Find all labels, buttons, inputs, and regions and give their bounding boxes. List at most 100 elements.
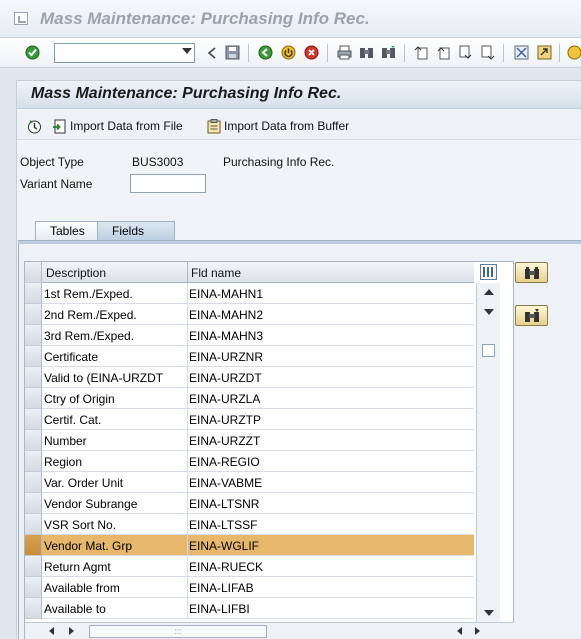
cell-field-name[interactable]: EINA-REGIO	[189, 455, 260, 469]
scroll-right-icon[interactable]	[69, 627, 74, 635]
shortcut-icon[interactable]	[536, 44, 553, 61]
scroll-down-icon[interactable]	[484, 309, 494, 315]
table-row[interactable]: Ctry of Origin EINA-URZLA	[25, 388, 474, 409]
cell-field-name[interactable]: EINA-LTSSF	[189, 518, 257, 532]
save-icon[interactable]	[224, 44, 241, 61]
table-row[interactable]: Available from EINA-LIFAB	[25, 577, 474, 598]
row-selector[interactable]	[25, 325, 42, 346]
column-header-description[interactable]: Description	[46, 266, 106, 280]
new-session-icon[interactable]	[513, 44, 530, 61]
cell-description[interactable]: Vendor Mat. Grp	[44, 539, 132, 553]
cell-description[interactable]: Region	[44, 455, 82, 469]
table-row[interactable]: Certificate EINA-URZNR	[25, 346, 474, 367]
cell-field-name[interactable]: EINA-URZLA	[189, 392, 260, 406]
table-row[interactable]: 2nd Rem./Exped. EINA-MAHN2	[25, 304, 474, 325]
back-icon[interactable]	[203, 44, 220, 61]
scroll-left-icon[interactable]	[49, 627, 54, 635]
cancel-icon[interactable]	[303, 44, 320, 61]
import-data-from-buffer-button[interactable]: Import Data from Buffer	[207, 117, 349, 135]
find-icon[interactable]	[358, 44, 375, 61]
cell-field-name[interactable]: EINA-URZZT	[189, 434, 260, 448]
row-selector[interactable]	[25, 577, 42, 598]
cell-description[interactable]: Vendor Subrange	[44, 497, 137, 511]
table-row[interactable]: 1st Rem./Exped. EINA-MAHN1	[25, 283, 474, 304]
import-data-from-file-button[interactable]: Import Data from File	[52, 117, 183, 135]
cell-description[interactable]: 2nd Rem./Exped.	[44, 308, 137, 322]
select-all-cell[interactable]	[25, 262, 42, 283]
cell-description[interactable]: 3rd Rem./Exped.	[44, 329, 134, 343]
table-row[interactable]: Var. Order Unit EINA-VABME	[25, 472, 474, 493]
print-icon[interactable]	[336, 44, 353, 61]
enter-icon[interactable]	[24, 44, 41, 61]
table-row[interactable]: Vendor Mat. Grp EINA-WGLIF	[25, 535, 474, 556]
scroll-up-icon[interactable]	[484, 289, 494, 295]
table-row[interactable]: Region EINA-REGIO	[25, 451, 474, 472]
table-row[interactable]: Valid to (EINA-URZDT EINA-URZDT	[25, 367, 474, 388]
cell-description[interactable]: Var. Order Unit	[44, 476, 123, 490]
cell-description[interactable]: Number	[44, 434, 87, 448]
system-menu-icon[interactable]	[14, 12, 28, 25]
scroll-left-end-icon[interactable]	[457, 627, 462, 635]
cell-field-name[interactable]: EINA-URZNR	[189, 350, 263, 364]
scroll-right-end-icon[interactable]	[475, 627, 480, 635]
cell-description[interactable]: Valid to (EINA-URZDT	[44, 371, 163, 385]
scroll-bottom-icon[interactable]	[484, 610, 494, 616]
row-selector[interactable]	[25, 535, 42, 556]
row-selector[interactable]	[25, 472, 42, 493]
row-selector[interactable]	[25, 409, 42, 430]
table-row[interactable]: Certif. Cat. EINA-URZTP	[25, 409, 474, 430]
cell-field-name[interactable]: EINA-LTSNR	[189, 497, 259, 511]
table-row[interactable]: Number EINA-URZZT	[25, 430, 474, 451]
cell-field-name[interactable]: EINA-MAHN1	[189, 287, 263, 301]
tab-fields[interactable]: Fields	[97, 221, 175, 241]
find-next-icon[interactable]	[380, 44, 397, 61]
find-button[interactable]	[515, 262, 548, 283]
cell-field-name[interactable]: EINA-LIFBI	[189, 602, 250, 616]
table-row[interactable]: Vendor Subrange EINA-LTSNR	[25, 493, 474, 514]
layout-settings-icon[interactable]	[480, 264, 497, 280]
scroll-thumb[interactable]	[482, 344, 495, 357]
next-page-icon[interactable]	[457, 44, 474, 61]
cell-field-name[interactable]: EINA-VABME	[189, 476, 262, 490]
back-green-icon[interactable]	[257, 44, 274, 61]
cell-description[interactable]: Ctry of Origin	[44, 392, 115, 406]
table-row[interactable]: VSR Sort No. EINA-LTSSF	[25, 514, 474, 535]
cell-description[interactable]: Available to	[44, 602, 106, 616]
variant-name-field[interactable]	[130, 174, 206, 193]
cell-description[interactable]: Certificate	[44, 350, 98, 364]
cell-description[interactable]: VSR Sort No.	[44, 518, 116, 532]
row-selector[interactable]	[25, 556, 42, 577]
row-selector[interactable]	[25, 493, 42, 514]
cell-description[interactable]: Available from	[44, 581, 120, 595]
last-page-icon[interactable]	[479, 44, 496, 61]
cell-description[interactable]: Return Agmt	[44, 560, 111, 574]
horizontal-scrollbar[interactable]: :::	[25, 622, 514, 639]
cell-field-name[interactable]: EINA-URZDT	[189, 371, 262, 385]
command-field[interactable]	[54, 43, 195, 63]
prev-page-icon[interactable]	[435, 44, 452, 61]
cell-field-name[interactable]: EINA-LIFAB	[189, 581, 254, 595]
row-selector[interactable]	[25, 451, 42, 472]
row-selector[interactable]	[25, 304, 42, 325]
table-row[interactable]: Return Agmt EINA-RUECK	[25, 556, 474, 577]
table-row[interactable]: 3rd Rem./Exped. EINA-MAHN3	[25, 325, 474, 346]
cell-field-name[interactable]: EINA-WGLIF	[189, 539, 259, 553]
column-header-fld-name[interactable]: Fld name	[191, 266, 241, 280]
first-page-icon[interactable]	[413, 44, 430, 61]
execute-button[interactable]	[27, 117, 42, 135]
cell-field-name[interactable]: EINA-MAHN2	[189, 308, 263, 322]
exit-icon[interactable]	[280, 44, 297, 61]
find-next-button[interactable]	[515, 305, 548, 326]
cell-field-name[interactable]: EINA-RUECK	[189, 560, 263, 574]
row-selector[interactable]	[25, 367, 42, 388]
horizontal-scroll-thumb[interactable]: :::	[89, 625, 267, 638]
row-selector[interactable]	[25, 430, 42, 451]
row-selector[interactable]	[25, 346, 42, 367]
vertical-scrollbar[interactable]	[476, 283, 500, 622]
command-input[interactable]	[55, 44, 177, 62]
cell-field-name[interactable]: EINA-URZTP	[189, 413, 261, 427]
row-selector[interactable]	[25, 388, 42, 409]
cell-field-name[interactable]: EINA-MAHN3	[189, 329, 263, 343]
row-selector[interactable]	[25, 283, 42, 304]
row-selector[interactable]	[25, 598, 42, 619]
